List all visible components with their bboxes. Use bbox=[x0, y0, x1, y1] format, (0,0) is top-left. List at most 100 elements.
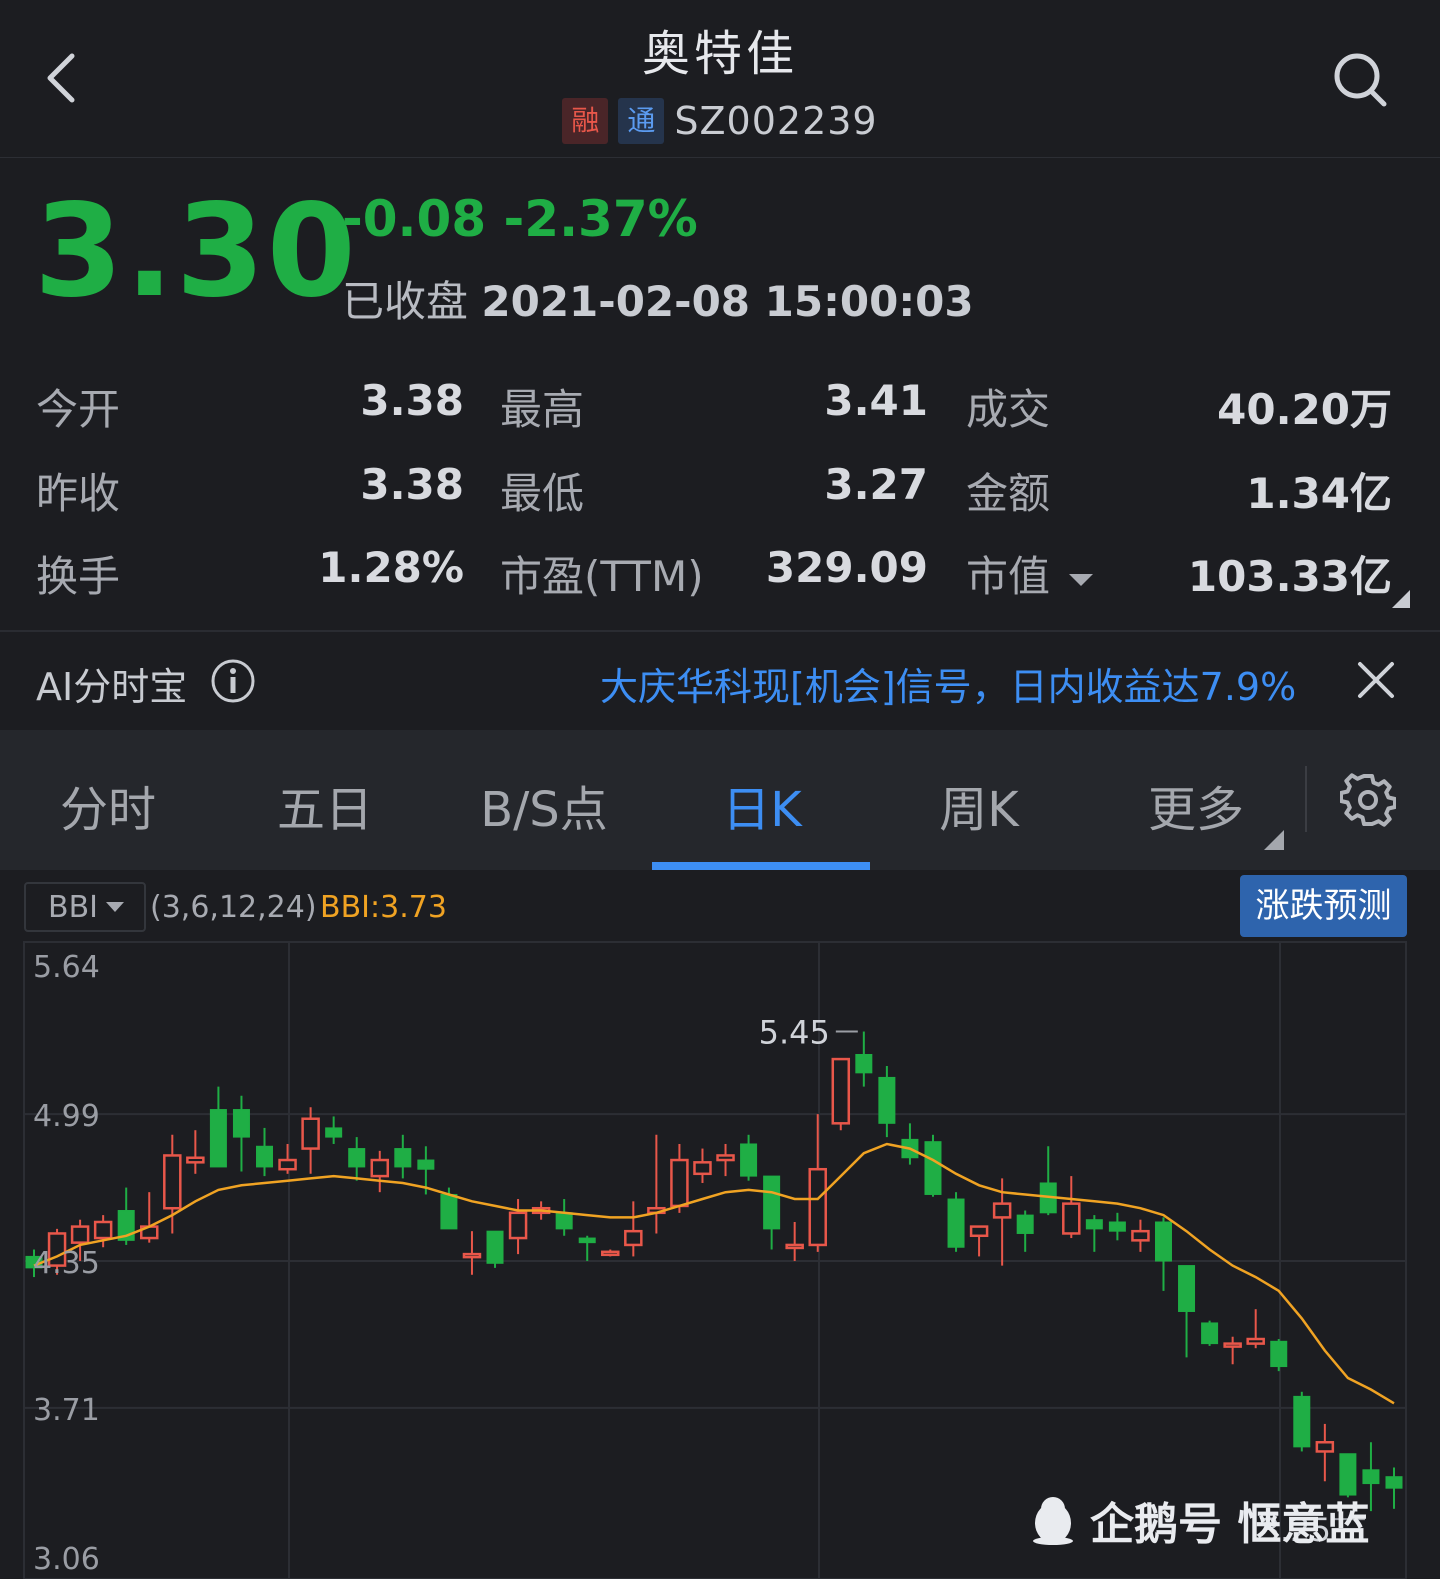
y-tick-label: 4.35 bbox=[33, 1246, 100, 1281]
candle-body bbox=[348, 1148, 366, 1168]
candle-body bbox=[163, 1154, 182, 1210]
candle-body bbox=[1223, 1342, 1242, 1348]
candle-body bbox=[1085, 1219, 1103, 1230]
gear-icon[interactable] bbox=[1340, 772, 1396, 828]
candle-body bbox=[740, 1143, 758, 1177]
candle-body bbox=[855, 1053, 873, 1074]
candle-body bbox=[1016, 1214, 1034, 1234]
market-cap-value: 103.33亿 bbox=[1187, 552, 1392, 601]
candle-body bbox=[462, 1252, 482, 1259]
candle-body bbox=[1178, 1265, 1196, 1312]
pe-label: 市盈(TTM) bbox=[500, 552, 704, 601]
low-label: 最低 bbox=[500, 469, 585, 518]
candle-body bbox=[232, 1109, 250, 1138]
candle-body bbox=[785, 1243, 804, 1250]
penguin-logo-icon bbox=[1033, 1497, 1073, 1545]
stock-code-row: 融 通 SZ002239 bbox=[0, 98, 1440, 144]
high-label: 最高 bbox=[500, 385, 585, 434]
market-status: 已收盘 2021-02-08 15:00:03 bbox=[342, 268, 974, 329]
indicator-params: (3,6,12,24) bbox=[150, 890, 317, 925]
candle-body bbox=[1201, 1322, 1219, 1345]
caret-down-icon bbox=[106, 902, 124, 912]
prev-close-value: 3.38 bbox=[360, 460, 464, 509]
candle-body bbox=[370, 1158, 390, 1178]
candle-body bbox=[417, 1159, 435, 1170]
candle-body bbox=[440, 1193, 458, 1230]
open-value: 3.38 bbox=[360, 376, 464, 425]
stock-name: 奥特佳 bbox=[641, 26, 798, 82]
candle-body bbox=[624, 1229, 643, 1247]
stock-connect-badge: 通 bbox=[618, 98, 665, 144]
close-icon[interactable] bbox=[1356, 660, 1396, 700]
ai-timing-label: AI分时宝 bbox=[36, 665, 188, 709]
active-tab-indicator bbox=[652, 862, 870, 870]
candle-body bbox=[1385, 1476, 1403, 1489]
forecast-button[interactable]: 涨跌预测 bbox=[1240, 875, 1407, 937]
candle-body bbox=[93, 1220, 113, 1240]
quote-timestamp: 2021-02-08 15:00:03 bbox=[481, 277, 974, 326]
candle-body bbox=[808, 1167, 827, 1247]
tab-weekly-k[interactable]: 周K bbox=[879, 770, 1079, 840]
prev-close-label: 昨收 bbox=[36, 469, 121, 518]
search-icon[interactable] bbox=[1332, 50, 1390, 110]
candle-body bbox=[508, 1211, 528, 1240]
candle-body bbox=[256, 1145, 274, 1168]
candle-body bbox=[1315, 1441, 1335, 1453]
volume-label: 成交 bbox=[966, 385, 1051, 434]
candle-body bbox=[70, 1225, 90, 1244]
watermark-text: 企鹅号 惬意蓝 bbox=[1090, 1499, 1370, 1550]
candle-body bbox=[763, 1175, 781, 1230]
candle-body bbox=[693, 1161, 712, 1176]
ai-signal-link[interactable]: 大庆华科现[机会]信号，日内收益达7.9% bbox=[600, 656, 1296, 711]
candle-body bbox=[394, 1148, 412, 1168]
candle-body bbox=[301, 1117, 320, 1150]
margin-trading-badge: 融 bbox=[562, 98, 609, 144]
tab-daily-k[interactable]: 日K bbox=[662, 770, 862, 840]
candle-body bbox=[716, 1154, 735, 1162]
tab-intraday[interactable]: 分时 bbox=[8, 770, 208, 840]
last-price: 3.30 bbox=[34, 177, 358, 326]
price-change: -0.08 -2.37% bbox=[342, 190, 698, 248]
candle-body bbox=[1131, 1229, 1150, 1242]
candle-body bbox=[555, 1212, 573, 1230]
amount-label: 金额 bbox=[966, 469, 1051, 518]
y-tick-label: 4.99 bbox=[33, 1099, 100, 1134]
tab-five-day[interactable]: 五日 bbox=[225, 770, 425, 840]
volume-value: 40.20万 bbox=[1217, 385, 1392, 434]
candle-body bbox=[670, 1158, 689, 1208]
candle-body bbox=[1108, 1221, 1126, 1232]
candle-body bbox=[878, 1076, 896, 1124]
candle-body bbox=[601, 1250, 620, 1257]
turnover-value: 1.28% bbox=[318, 543, 464, 592]
low-value: 3.27 bbox=[824, 460, 928, 509]
indicator-value: BBI:3.73 bbox=[320, 890, 447, 925]
expand-corner-icon[interactable] bbox=[1392, 590, 1410, 608]
candle-body bbox=[969, 1225, 989, 1238]
candle-body bbox=[1154, 1221, 1172, 1262]
y-tick-label: 5.64 bbox=[33, 950, 100, 985]
amount-value: 1.34亿 bbox=[1246, 469, 1392, 518]
more-corner-icon bbox=[1264, 830, 1284, 850]
candle-body bbox=[831, 1057, 851, 1125]
candle-body bbox=[924, 1141, 942, 1195]
info-icon[interactable] bbox=[210, 658, 256, 704]
market-cap-label: 市值 bbox=[966, 552, 1051, 601]
market-status-label: 已收盘 bbox=[342, 277, 469, 326]
candle-body bbox=[325, 1127, 343, 1138]
candle-body bbox=[209, 1109, 227, 1168]
divider bbox=[0, 630, 1440, 632]
open-label: 今开 bbox=[36, 385, 121, 434]
caret-down-icon bbox=[1069, 573, 1094, 586]
candle-body bbox=[1246, 1337, 1265, 1345]
indicator-name: BBI bbox=[48, 890, 99, 925]
high-value: 3.41 bbox=[824, 376, 928, 425]
kline-chart[interactable]: 5.644.994.353.713.065.453.25 bbox=[0, 940, 1440, 1579]
high-price-label: 5.45 bbox=[759, 1014, 830, 1052]
candle-body bbox=[486, 1230, 504, 1264]
candle-body bbox=[578, 1237, 596, 1244]
market-cap-selector[interactable]: 市值 bbox=[966, 543, 1094, 604]
watermark: 企鹅号 惬意蓝 bbox=[1030, 1488, 1369, 1552]
candle-body bbox=[278, 1158, 297, 1171]
divider bbox=[1305, 766, 1307, 832]
tab-bs-points[interactable]: B/S点 bbox=[444, 770, 644, 840]
